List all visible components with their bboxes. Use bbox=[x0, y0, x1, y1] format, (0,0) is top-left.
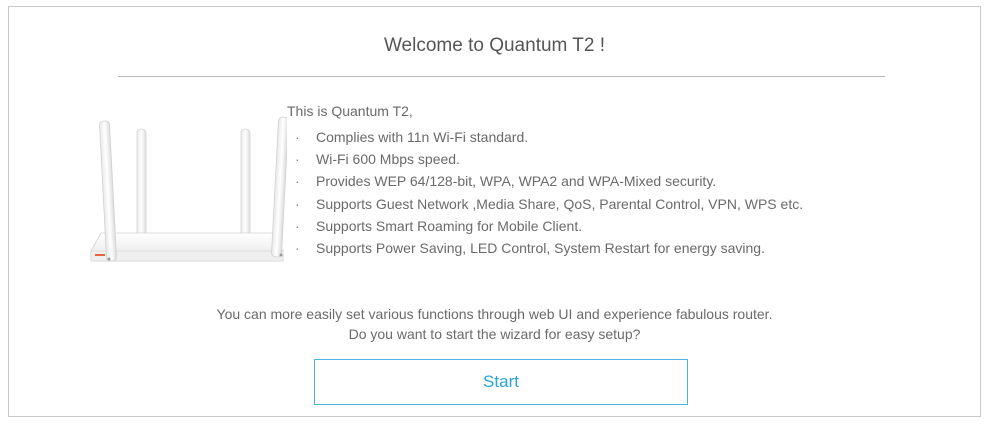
list-item: · Supports Power Saving, LED Control, Sys… bbox=[287, 237, 967, 259]
router-icon bbox=[90, 116, 287, 262]
bullet-icon: · bbox=[295, 151, 300, 168]
wizard-prompt: Do you want to start the wizard for easy… bbox=[348, 326, 641, 342]
list-item: · Wi-Fi 600 Mbps speed. bbox=[287, 148, 967, 170]
list-item: · Supports Smart Roaming for Mobile Clien… bbox=[287, 215, 967, 237]
wizard-description: You can more easily set various function… bbox=[9, 304, 980, 344]
start-button[interactable]: Start bbox=[314, 359, 688, 405]
feature-text: Supports Power Saving, LED Control, Syst… bbox=[316, 240, 765, 257]
list-item: · Supports Guest Network ,Media Share, Qo… bbox=[287, 193, 967, 215]
description-line: You can more easily set various function… bbox=[216, 306, 773, 322]
feature-text: Supports Smart Roaming for Mobile Client… bbox=[316, 217, 583, 234]
feature-text: Wi-Fi 600 Mbps speed. bbox=[316, 151, 460, 168]
bullet-icon: · bbox=[295, 173, 300, 190]
feature-text: Complies with 11n Wi-Fi standard. bbox=[316, 129, 529, 145]
bullet-icon: · bbox=[295, 129, 300, 145]
welcome-panel: Welcome to Quantum T2 ! This is Quantum bbox=[8, 6, 981, 417]
bullet-icon: · bbox=[295, 240, 300, 257]
list-item: · Provides WEP 64/128-bit, WPA, WPA2 and … bbox=[287, 170, 967, 192]
page-title: Welcome to Quantum T2 ! bbox=[383, 35, 606, 56]
feature-text: Provides WEP 64/128-bit, WPA, WPA2 and W… bbox=[316, 173, 717, 190]
bullet-icon: · bbox=[295, 195, 300, 212]
product-info: This is Quantum T2, · Complies with 11n W… bbox=[287, 103, 967, 259]
feature-list: · Complies with 11n Wi-Fi standard. · Wi-F… bbox=[287, 126, 967, 259]
bullet-icon: · bbox=[295, 217, 300, 234]
feature-text: Supports Guest Network ,Media Share, QoS… bbox=[316, 195, 804, 212]
list-item: · Complies with 11n Wi-Fi standard. bbox=[287, 126, 967, 148]
title-divider bbox=[118, 76, 885, 77]
intro-text: This is Quantum T2, bbox=[287, 103, 413, 119]
